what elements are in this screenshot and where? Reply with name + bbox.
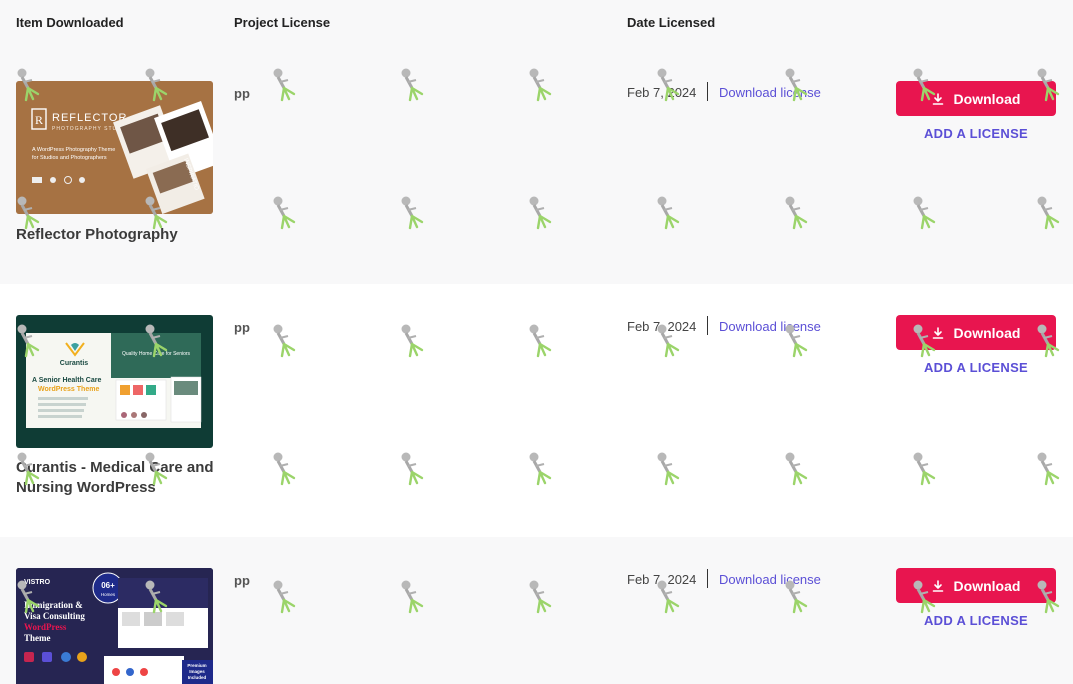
date-licensed: Feb 7, 2024 xyxy=(627,572,697,587)
item-thumbnail-vistro[interactable]: VISTRO 06+ Homes Immigration & Visa Cons… xyxy=(16,568,213,684)
thumb-brand: VISTRO xyxy=(24,579,51,586)
divider xyxy=(707,82,708,101)
item-thumbnail-reflector[interactable]: R REFLECTOR PHOTOGRAPHY STUDIO A WordPre… xyxy=(16,81,213,214)
project-license-value: pp xyxy=(234,86,250,101)
table-row: Quality Home Care for Seniors Curantis A… xyxy=(0,284,1073,537)
date-licensed: Feb 7, 2024 xyxy=(627,85,697,100)
thumb-corner-2: Images xyxy=(189,669,205,674)
add-license-link[interactable]: ADD A LICENSE xyxy=(896,126,1056,141)
item-thumbnail-curantis[interactable]: Quality Home Care for Seniors Curantis A… xyxy=(16,315,213,448)
download-button-label: Download xyxy=(953,90,1021,107)
item-name[interactable]: Curantis - Medical Care and Nursing Word… xyxy=(16,458,226,498)
download-license-link[interactable]: Download license xyxy=(719,85,821,100)
svg-text:R: R xyxy=(35,113,43,127)
column-header-date: Date Licensed xyxy=(627,15,716,30)
download-button-label: Download xyxy=(953,577,1021,594)
table-row: R REFLECTOR PHOTOGRAPHY STUDIO A WordPre… xyxy=(0,50,1073,284)
thumb-l4: Theme xyxy=(24,633,51,643)
thumb-badge-num: 06+ xyxy=(101,581,115,590)
thumb-corner-3: Included xyxy=(188,675,207,680)
licenses-page: Item Downloaded Project License Date Lic… xyxy=(0,0,1073,684)
thumb-badge-word: Homes xyxy=(101,592,116,597)
thumb-l1: Immigration & xyxy=(24,600,83,610)
project-license-value: pp xyxy=(234,320,250,335)
thumb-desc-1: A WordPress Photography Theme xyxy=(32,147,115,153)
column-header-item: Item Downloaded xyxy=(16,15,124,30)
thumb-hero: Quality Home Care for Seniors xyxy=(122,351,191,357)
add-license-link[interactable]: ADD A LICENSE xyxy=(896,360,1056,375)
thumb-l2: Visa Consulting xyxy=(24,611,85,621)
item-name[interactable]: Reflector Photography xyxy=(16,225,226,245)
add-license-link[interactable]: ADD A LICENSE xyxy=(896,613,1056,628)
thumb-l3: WordPress xyxy=(24,622,67,632)
table-header: Item Downloaded Project License Date Lic… xyxy=(0,0,1073,50)
download-license-link[interactable]: Download license xyxy=(719,572,821,587)
download-icon xyxy=(932,579,943,592)
project-license-value: pp xyxy=(234,573,250,588)
thumb-corner-1: Premium xyxy=(187,663,206,668)
date-licensed: Feb 7, 2024 xyxy=(627,319,697,334)
download-icon xyxy=(932,326,943,339)
download-license-link[interactable]: Download license xyxy=(719,319,821,334)
thumb-line-2: WordPress Theme xyxy=(38,386,99,393)
download-button[interactable]: Download xyxy=(896,568,1056,603)
divider xyxy=(707,569,708,588)
column-header-license: Project License xyxy=(234,15,331,30)
download-icon xyxy=(932,92,943,105)
table-row: VISTRO 06+ Homes Immigration & Visa Cons… xyxy=(0,537,1073,684)
download-button[interactable]: Download xyxy=(896,315,1056,350)
download-button[interactable]: Download xyxy=(896,81,1056,116)
thumb-brand: Curantis xyxy=(60,360,89,367)
download-button-label: Download xyxy=(953,324,1021,341)
divider xyxy=(707,316,708,335)
thumb-line-1: A Senior Health Care xyxy=(32,377,101,384)
thumb-desc-2: for Studios and Photographers xyxy=(32,155,107,161)
